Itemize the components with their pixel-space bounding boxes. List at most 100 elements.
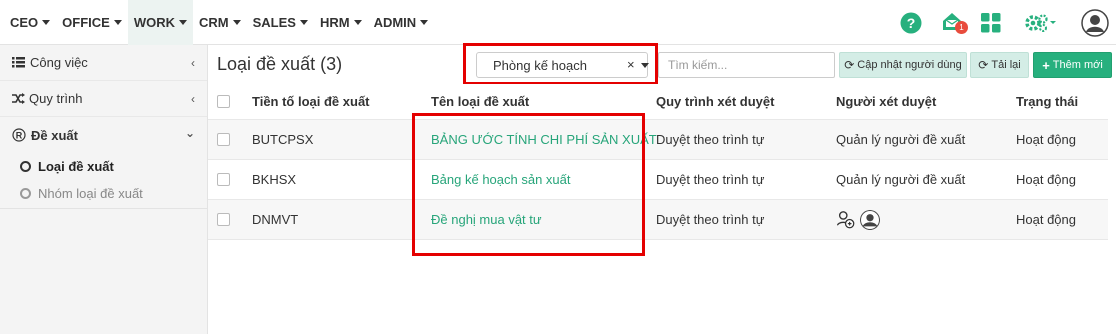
nav-work-label: WORK bbox=[133, 15, 176, 30]
chevron-down-icon bbox=[42, 20, 51, 25]
chevron-down-icon bbox=[179, 20, 188, 25]
sidebar-subitem-label: Nhóm loại đề xuất bbox=[38, 185, 143, 201]
header-approver: Người xét duyệt bbox=[836, 94, 937, 109]
cell-prefix: BUTCPSX bbox=[252, 132, 314, 147]
nav-crm[interactable]: CRM bbox=[193, 0, 247, 45]
update-users-label: Cập nhật người dùng bbox=[857, 59, 962, 71]
circle-icon bbox=[20, 160, 31, 172]
cell-process: Duyệt theo trình tự bbox=[656, 132, 765, 147]
chevron-down-icon bbox=[113, 20, 122, 25]
chevron-down-icon bbox=[232, 20, 241, 25]
cell-approver: Quản lý người đề xuất bbox=[836, 172, 966, 187]
filter-selected-value: Phòng kế hoạch bbox=[493, 58, 587, 73]
cell-name-link[interactable]: Đề nghị mua vật tư bbox=[431, 200, 542, 239]
chevron-down-icon: ⌄ bbox=[184, 126, 195, 140]
sidebar-item-label: Công việc bbox=[30, 55, 88, 70]
chevron-left-icon: ‹ bbox=[191, 56, 195, 70]
update-users-button[interactable]: ⟳ Cập nhật người dùng bbox=[839, 52, 967, 78]
nav-ceo[interactable]: CEO bbox=[4, 0, 56, 45]
list-icon bbox=[12, 57, 25, 68]
chevron-down-icon bbox=[420, 20, 429, 25]
table-row[interactable]: DNMVT Đề nghị mua vật tư Duyệt theo trìn… bbox=[208, 200, 1108, 240]
nav-office-label: OFFICE bbox=[62, 15, 110, 30]
refresh-icon: ⟳ bbox=[844, 58, 855, 72]
cell-process: Duyệt theo trình tự bbox=[656, 172, 765, 187]
user-avatar-icon[interactable] bbox=[860, 209, 880, 230]
cell-status: Hoạt động bbox=[1016, 132, 1076, 147]
header-process: Quy trình xét duyệt bbox=[656, 94, 775, 109]
cell-prefix: BKHSX bbox=[252, 172, 297, 187]
registered-icon: R bbox=[12, 128, 26, 142]
clear-icon[interactable]: × bbox=[627, 57, 635, 72]
settings-icon bbox=[1025, 13, 1056, 32]
sidebar-item-quy-trinh[interactable]: Quy trình ‹ bbox=[0, 81, 207, 117]
user-group-icon[interactable] bbox=[836, 210, 856, 230]
shuffle-icon bbox=[12, 93, 25, 104]
main-menu: CEO OFFICE WORK CRM SALES HRM ADMIN bbox=[4, 0, 434, 45]
cell-approver: Quản lý người đề xuất bbox=[836, 132, 966, 147]
search-input[interactable] bbox=[658, 52, 835, 78]
header-status: Trạng thái bbox=[1016, 94, 1079, 109]
reload-label: Tải lại bbox=[991, 59, 1021, 71]
reload-button[interactable]: ⟳ Tải lại bbox=[970, 52, 1029, 78]
notification-button[interactable]: 1 bbox=[940, 0, 970, 45]
nav-admin-label: ADMIN bbox=[373, 15, 417, 30]
header-name: Tên loại đề xuất bbox=[431, 94, 530, 109]
add-new-button[interactable]: + Thêm mới bbox=[1033, 52, 1112, 78]
page-title: Loại đề xuất (3) bbox=[217, 54, 343, 74]
sidebar-item-label: Quy trình bbox=[29, 91, 83, 106]
sidebar-subitem-nhom-loai-de-xuat[interactable]: Nhóm loại đề xuất bbox=[20, 183, 143, 203]
table-row[interactable]: BUTCPSX BẢNG ƯỚC TÍNH CHI PHÍ SẢN XUẤT D… bbox=[208, 120, 1108, 160]
apps-button[interactable] bbox=[981, 0, 1001, 45]
row-checkbox[interactable] bbox=[217, 173, 230, 186]
cell-prefix: DNMVT bbox=[252, 212, 299, 227]
department-filter-select[interactable]: Phòng kế hoạch × bbox=[476, 52, 649, 78]
header-prefix: Tiền tố loại đề xuất bbox=[252, 94, 370, 109]
nav-work[interactable]: WORK bbox=[127, 0, 194, 45]
refresh-icon: ⟳ bbox=[978, 58, 989, 72]
cell-approver-avatars bbox=[836, 200, 880, 239]
select-all-checkbox[interactable] bbox=[217, 95, 230, 108]
circle-icon bbox=[20, 187, 31, 199]
nav-admin[interactable]: ADMIN bbox=[368, 0, 435, 45]
plus-icon: + bbox=[1042, 57, 1050, 73]
sidebar-subitem-label: Loại đề xuất bbox=[38, 158, 114, 174]
add-new-label: Thêm mới bbox=[1052, 59, 1103, 71]
help-icon: ? bbox=[900, 12, 922, 33]
sidebar-item-label: Đề xuất bbox=[31, 127, 78, 143]
svg-text:R: R bbox=[16, 131, 23, 141]
nav-ceo-label: CEO bbox=[10, 15, 39, 30]
user-avatar-icon bbox=[1081, 8, 1109, 37]
help-button[interactable]: ? bbox=[900, 0, 922, 45]
notification-badge: 1 bbox=[955, 21, 968, 34]
nav-hrm[interactable]: HRM bbox=[314, 0, 368, 45]
sidebar-item-de-xuat[interactable]: R Đề xuất ⌄ bbox=[0, 117, 207, 153]
sidebar-subitem-loai-de-xuat[interactable]: Loại đề xuất bbox=[20, 156, 114, 176]
apps-grid-icon bbox=[981, 12, 1001, 32]
nav-sales-label: SALES bbox=[252, 15, 296, 30]
table-header-row: Tiền tố loại đề xuất Tên loại đề xuất Qu… bbox=[208, 84, 1108, 120]
svg-text:?: ? bbox=[907, 15, 916, 31]
sidebar: Công việc ‹ Quy trình ‹ R Đề xuất ⌄ Loại… bbox=[0, 45, 208, 334]
nav-sales[interactable]: SALES bbox=[247, 0, 314, 45]
cell-status: Hoạt động bbox=[1016, 172, 1076, 187]
nav-office[interactable]: OFFICE bbox=[56, 0, 128, 45]
table-row[interactable]: BKHSX Bảng kế hoạch sản xuất Duyệt theo … bbox=[208, 160, 1108, 200]
row-checkbox[interactable] bbox=[217, 133, 230, 146]
settings-button[interactable] bbox=[1024, 0, 1060, 45]
top-navbar: CEO OFFICE WORK CRM SALES HRM ADMIN ? 1 bbox=[0, 0, 1116, 45]
cell-name-link[interactable]: Bảng kế hoạch sản xuất bbox=[431, 160, 571, 199]
sidebar-divider bbox=[0, 208, 207, 209]
cell-name-link[interactable]: BẢNG ƯỚC TÍNH CHI PHÍ SẢN XUẤT bbox=[431, 120, 657, 159]
nav-hrm-label: HRM bbox=[319, 15, 350, 30]
nav-crm-label: CRM bbox=[199, 15, 229, 30]
cell-process: Duyệt theo trình tự bbox=[656, 212, 765, 227]
chevron-down-icon[interactable] bbox=[641, 63, 649, 68]
user-avatar[interactable] bbox=[1081, 0, 1109, 45]
row-checkbox[interactable] bbox=[217, 213, 230, 226]
chevron-down-icon bbox=[299, 20, 308, 25]
chevron-left-icon: ‹ bbox=[191, 92, 195, 106]
chevron-down-icon bbox=[353, 20, 362, 25]
sidebar-item-cong-viec[interactable]: Công việc ‹ bbox=[0, 45, 207, 81]
cell-status: Hoạt động bbox=[1016, 212, 1076, 227]
